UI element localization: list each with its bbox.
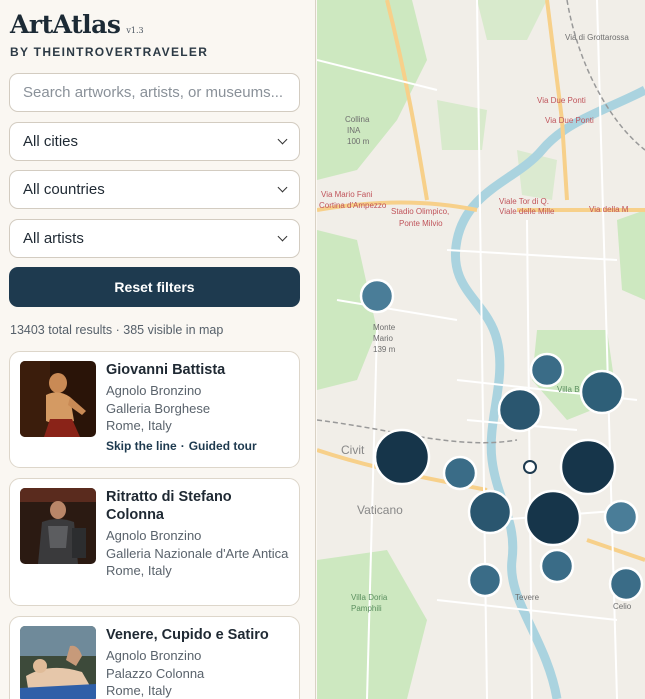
artwork-card[interactable]: Giovanni Battista Agnolo Bronzino Galler… (9, 351, 300, 468)
map-label: Cortina d'Ampezzo (319, 201, 387, 210)
app-version: v1.3 (126, 26, 144, 35)
map-label: Celio (613, 602, 632, 611)
country-select-value: All countries (23, 181, 105, 198)
artwork-museum: Palazzo Colonna (106, 665, 205, 681)
map-cluster-marker[interactable] (497, 387, 543, 433)
map-label: Mario (373, 334, 394, 343)
chevron-down-icon (277, 182, 288, 193)
map-location-marker[interactable] (523, 460, 537, 474)
map-cluster-marker[interactable] (603, 499, 639, 535)
artwork-card[interactable]: Ritratto di Stefano Colonna Agnolo Bronz… (9, 478, 300, 606)
map-cluster-marker[interactable] (373, 428, 431, 486)
app-title[interactable]: ArtAtlas (10, 10, 121, 39)
artwork-location: Rome, Italy (106, 418, 172, 433)
map-view[interactable]: Via di Grottarossa Via Due Ponti Via Due… (317, 0, 645, 699)
artwork-card[interactable]: Venere, Cupido e Satiro Agnolo Bronzino … (9, 616, 300, 699)
map-cluster-marker[interactable] (524, 489, 582, 547)
search-placeholder: Search artworks, artists, or museums... (23, 84, 284, 101)
map-label: Tevere (515, 593, 540, 602)
guided-tour-link[interactable]: Guided tour (189, 439, 257, 453)
map-cluster-marker[interactable] (467, 562, 503, 598)
search-input[interactable]: Search artworks, artists, or museums... (9, 73, 300, 112)
map-label: INA (347, 126, 361, 135)
map-label: Villa Doria (351, 593, 388, 602)
map-label: Civit (341, 443, 365, 457)
map-label: Collina (345, 115, 370, 124)
artwork-title[interactable]: Giovanni Battista (106, 361, 289, 379)
map-cluster-marker[interactable] (467, 489, 513, 535)
map-label: Pamphili (351, 604, 382, 613)
artwork-thumbnail[interactable] (20, 488, 96, 564)
map-label: Via Due Ponti (537, 96, 586, 105)
map-cluster-marker[interactable] (529, 352, 565, 388)
map-canvas[interactable]: Via di Grottarossa Via Due Ponti Via Due… (317, 0, 645, 699)
link-separator: · (180, 438, 185, 453)
artwork-thumbnail[interactable] (20, 626, 96, 699)
app-byline: BY THEINTROVERTRAVELER (10, 45, 209, 59)
map-cluster-marker[interactable] (442, 455, 478, 491)
artist-select-value: All artists (23, 230, 84, 247)
artwork-artist: Agnolo Bronzino (106, 528, 202, 543)
city-select[interactable]: All cities (9, 122, 300, 161)
map-cluster-marker[interactable] (608, 566, 644, 602)
map-label: Vaticano (357, 503, 403, 517)
artwork-artist: Agnolo Bronzino (106, 648, 202, 663)
map-label: Via di Grottarossa (565, 33, 629, 42)
map-label: 139 m (373, 345, 396, 354)
map-cluster-marker[interactable] (559, 438, 617, 496)
city-select-value: All cities (23, 133, 79, 150)
chevron-down-icon (277, 134, 288, 145)
artwork-museum: Galleria Borghese (106, 400, 211, 416)
artwork-title[interactable]: Venere, Cupido e Satiro (106, 626, 289, 644)
artwork-title[interactable]: Ritratto di Stefano Colonna (106, 488, 289, 524)
artwork-thumbnail[interactable] (20, 361, 96, 437)
map-cluster-marker[interactable] (359, 278, 395, 314)
country-select[interactable]: All countries (9, 170, 300, 209)
artist-select[interactable]: All artists (9, 219, 300, 258)
map-label: Ponte Milvio (399, 219, 443, 228)
artwork-museum: Galleria Nazionale d'Arte Antica (106, 545, 289, 561)
reset-filters-button[interactable]: Reset filters (9, 267, 300, 307)
map-label: Stadio Olimpico, (391, 207, 449, 216)
chevron-down-icon (277, 231, 288, 242)
map-label: Via Mario Fani (321, 190, 373, 199)
artwork-location: Rome, Italy (106, 683, 172, 698)
results-count: 13403 total results · 385 visible in map (10, 323, 224, 337)
brand: ArtAtlas v1.3 (10, 10, 144, 39)
artwork-artist: Agnolo Bronzino (106, 383, 202, 398)
skip-the-line-link[interactable]: Skip the line (106, 439, 177, 453)
map-label: 100 m (347, 137, 370, 146)
map-label: Monte (373, 323, 396, 332)
map-cluster-marker[interactable] (539, 548, 575, 584)
map-label: Via della M (589, 205, 629, 214)
map-cluster-marker[interactable] (579, 369, 625, 415)
artwork-location: Rome, Italy (106, 563, 172, 578)
map-label: Via Due Ponti (545, 116, 594, 125)
sidebar: ArtAtlas v1.3 BY THEINTROVERTRAVELER Sea… (0, 0, 316, 699)
map-label: Viale Tor di Q. (499, 197, 549, 206)
map-label: Viale delle Mille (499, 207, 555, 216)
